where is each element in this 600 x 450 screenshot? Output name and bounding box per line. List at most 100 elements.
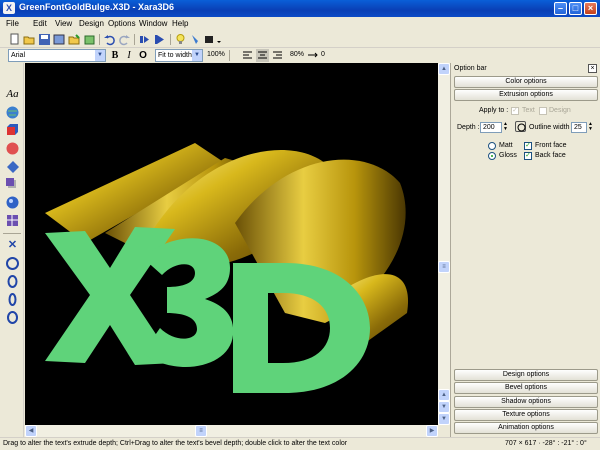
front-face-checkbox[interactable]: ✓ xyxy=(524,142,532,150)
status-bar: Drag to alter the text's extrude depth; … xyxy=(0,437,600,450)
extruded-text-render[interactable] xyxy=(25,63,438,425)
3d-canvas[interactable] xyxy=(25,63,438,425)
outline-width-input[interactable]: 25 xyxy=(571,122,587,133)
line-spacing-value: 80% xyxy=(290,51,305,58)
italic-button[interactable]: I xyxy=(123,49,135,62)
undo-icon[interactable] xyxy=(103,33,116,46)
maximize-button[interactable]: □ xyxy=(569,2,582,15)
scroll-left-icon[interactable]: ◀ xyxy=(25,425,37,437)
gloss-radio[interactable] xyxy=(488,152,496,160)
open-folder-icon[interactable] xyxy=(83,33,96,46)
extrude-icon[interactable] xyxy=(5,123,20,138)
fit-mode-value: Fit to width xyxy=(158,52,192,59)
zoom-value: 100% xyxy=(207,51,225,58)
animation-options-button[interactable]: Animation options xyxy=(454,422,598,434)
apply-text-label: Text xyxy=(522,107,535,114)
letter-spacing-icon[interactable] xyxy=(306,49,319,62)
font-name: Arial xyxy=(11,52,26,59)
apply-design-label: Design xyxy=(549,107,571,114)
scroll-thumb[interactable]: ≡ xyxy=(438,261,450,273)
new-icon[interactable] xyxy=(8,33,21,46)
animation-frame-2-icon[interactable] xyxy=(5,274,20,289)
bevel-icon[interactable] xyxy=(5,159,20,174)
toolbar-separator xyxy=(134,34,135,45)
animation-icon[interactable] xyxy=(154,33,167,46)
play-icon[interactable] xyxy=(138,33,151,46)
outline-button[interactable]: O xyxy=(137,49,149,62)
chevron-down-icon[interactable]: ▼ xyxy=(192,50,202,61)
texture-icon[interactable] xyxy=(5,213,20,228)
light-sphere-icon[interactable] xyxy=(5,195,20,210)
animation-x-icon[interactable]: ✕ xyxy=(5,238,20,253)
outline-icon[interactable] xyxy=(515,121,526,132)
animation-frame-3-icon[interactable] xyxy=(5,292,20,307)
animation-frame-4-icon[interactable] xyxy=(5,310,20,325)
outline-width-label: Outline width : xyxy=(529,124,574,131)
matt-radio[interactable] xyxy=(488,142,496,150)
insert-icon[interactable] xyxy=(189,33,202,46)
texture-options-button[interactable]: Texture options xyxy=(454,409,598,421)
apply-to-label: Apply to : xyxy=(479,107,509,114)
extrusion-options-button[interactable]: Extrusion options xyxy=(454,89,598,101)
more-icon[interactable] xyxy=(213,33,226,46)
color-options-button[interactable]: Color options xyxy=(454,76,598,88)
scroll-page-up-icon[interactable]: ▲ xyxy=(438,389,450,401)
scroll-page-down-icon[interactable]: ▼ xyxy=(438,401,450,413)
design-options-button[interactable]: Design options xyxy=(454,369,598,381)
depth-input[interactable]: 200 xyxy=(480,122,502,133)
scroll-down-icon[interactable]: ▼ xyxy=(438,413,450,425)
menu-options[interactable]: Options xyxy=(108,19,136,28)
left-tool-strip: Aa ✕ xyxy=(0,63,24,437)
menu-design[interactable]: Design xyxy=(79,19,104,28)
back-face-checkbox[interactable]: ✓ xyxy=(524,152,532,160)
bold-button[interactable]: B xyxy=(109,49,121,62)
shadow-icon[interactable] xyxy=(5,177,20,192)
close-button[interactable]: × xyxy=(584,2,597,15)
align-center-icon[interactable] xyxy=(256,49,269,62)
align-right-icon[interactable] xyxy=(271,49,284,62)
menu-view[interactable]: View xyxy=(55,19,72,28)
title-bar[interactable]: X GreenFontGoldBulge.X3D - Xara3D6 – □ × xyxy=(0,0,600,17)
window-title: GreenFontGoldBulge.X3D - Xara3D6 xyxy=(19,2,175,12)
horizontal-scrollbar[interactable]: ◀ ≡ ▶ xyxy=(25,425,438,437)
open-icon[interactable] xyxy=(23,33,36,46)
main-toolbar xyxy=(0,31,600,48)
font-selector[interactable]: Arial ▼ xyxy=(8,49,106,62)
tool-separator xyxy=(3,233,21,234)
outline-spinner[interactable]: ▲ ▼ xyxy=(587,122,594,133)
light-icon[interactable] xyxy=(174,33,187,46)
shadow-options-button[interactable]: Shadow options xyxy=(454,396,598,408)
option-bar-close-icon[interactable]: × xyxy=(588,64,597,73)
toolbar-separator xyxy=(99,34,100,45)
chevron-down-icon[interactable]: ▼ xyxy=(95,50,105,61)
menu-file[interactable]: File xyxy=(6,19,19,28)
menu-edit[interactable]: Edit xyxy=(33,19,47,28)
bevel-options-button[interactable]: Bevel options xyxy=(454,382,598,394)
globe-icon[interactable] xyxy=(5,105,20,120)
back-face-label: Back face xyxy=(535,152,566,159)
formatbar-separator xyxy=(229,50,230,61)
import-icon[interactable] xyxy=(68,33,81,46)
text-style-icon[interactable]: Aa xyxy=(5,87,20,102)
hscroll-thumb[interactable]: ≡ xyxy=(195,425,207,437)
redo-icon[interactable] xyxy=(118,33,131,46)
menu-bar: File Edit View Design Options Window Hel… xyxy=(0,17,600,31)
depth-label: Depth : xyxy=(457,124,480,131)
fit-mode-selector[interactable]: Fit to width ▼ xyxy=(155,49,203,62)
vertical-scrollbar[interactable]: ▲ ≡ ▲ ▼ ▼ xyxy=(438,63,450,425)
align-left-icon[interactable] xyxy=(241,49,254,62)
toolbar-separator xyxy=(170,34,171,45)
front-face-label: Front face xyxy=(535,142,567,149)
color-ball-icon[interactable] xyxy=(5,141,20,156)
depth-spinner[interactable]: ▲ ▼ xyxy=(502,122,509,133)
menu-help[interactable]: Help xyxy=(172,19,188,28)
letter-spacing-value: 0 xyxy=(321,51,325,58)
minimize-button[interactable]: – xyxy=(554,2,567,15)
export-icon[interactable] xyxy=(53,33,66,46)
scroll-right-icon[interactable]: ▶ xyxy=(426,425,438,437)
save-icon[interactable] xyxy=(38,33,51,46)
menu-window[interactable]: Window xyxy=(139,19,167,28)
animation-frame-1-icon[interactable] xyxy=(5,256,20,271)
scroll-up-icon[interactable]: ▲ xyxy=(438,63,450,75)
xara-app-icon[interactable]: X xyxy=(3,2,15,14)
